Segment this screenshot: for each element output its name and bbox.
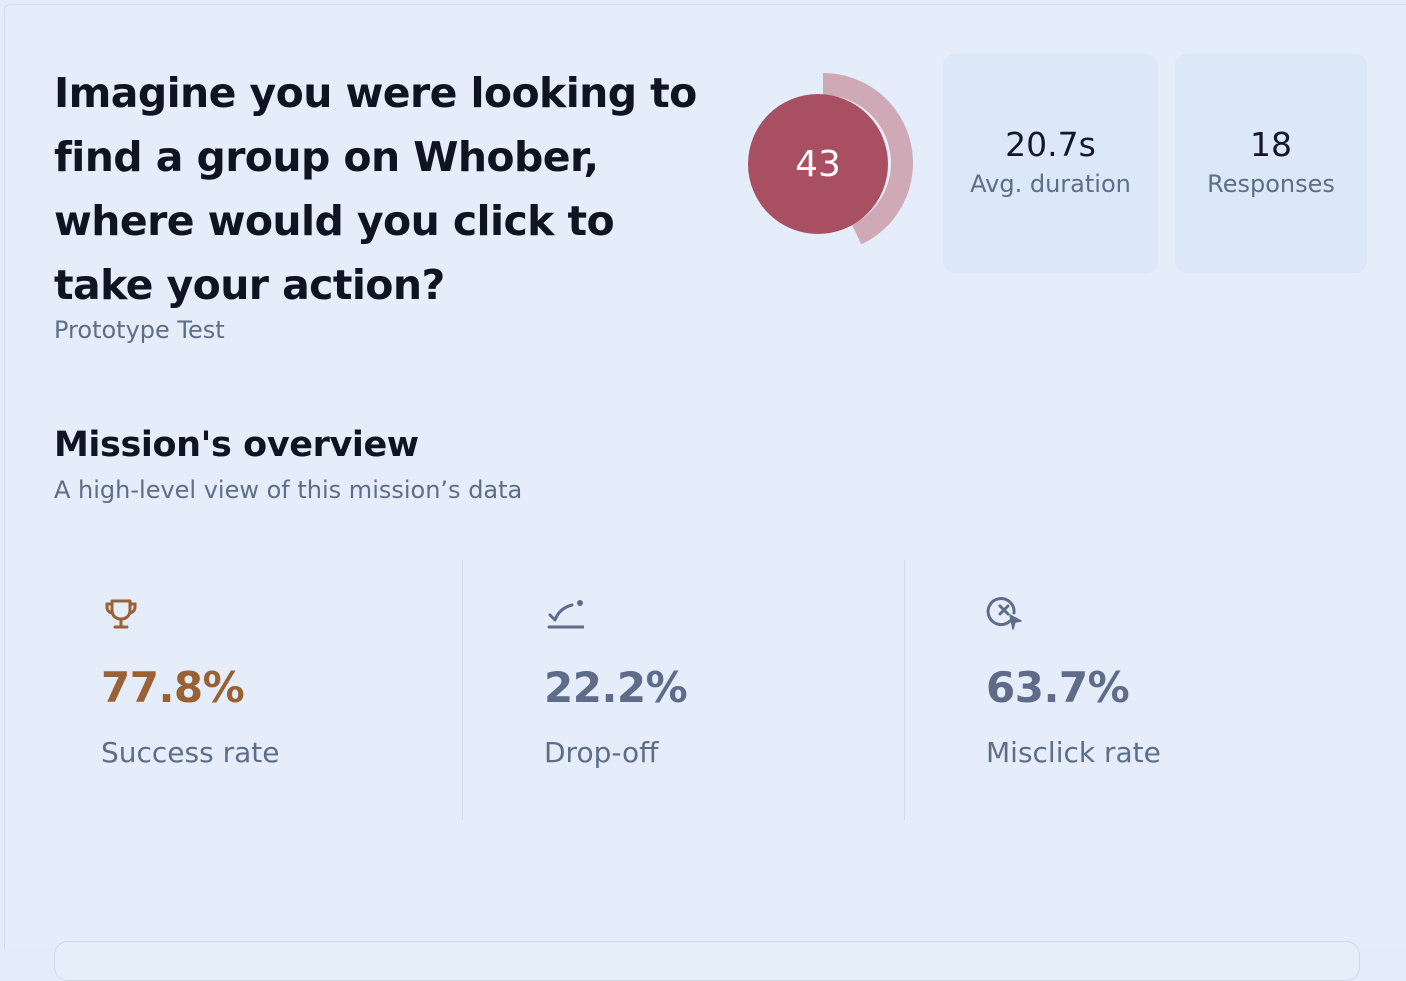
drop-off-label: Drop-off: [544, 736, 659, 769]
drop-off-value: 22.2%: [544, 663, 688, 712]
trophy-icon: [105, 599, 137, 629]
avg-duration-label: Avg. duration: [970, 170, 1131, 198]
metric-divider: [904, 560, 905, 820]
score-value: 43: [795, 143, 841, 185]
misclick-rate-metric: 63.7% Misclick rate: [986, 593, 1346, 769]
responses-value: 18: [1250, 125, 1292, 164]
avg-duration-card: 20.7s Avg. duration: [943, 54, 1158, 273]
overview-subtitle: A high-level view of this mission’s data: [54, 476, 523, 504]
overview-title: Mission's overview: [54, 425, 419, 465]
misclick-rate-value: 63.7%: [986, 663, 1130, 712]
metric-divider: [462, 560, 463, 820]
responses-label: Responses: [1207, 170, 1335, 198]
success-rate-value: 77.8%: [101, 663, 245, 712]
drop-off-metric: 22.2% Drop-off: [544, 593, 904, 769]
mission-question: Imagine you were looking to find a group…: [54, 69, 697, 309]
avg-duration-value: 20.7s: [1005, 125, 1096, 164]
misclick-rate-label: Misclick rate: [986, 736, 1161, 769]
mission-results-panel: Imagine you were looking to find a group…: [4, 4, 1406, 981]
success-rate-label: Success rate: [101, 736, 280, 769]
success-rate-metric: 77.8% Success rate: [101, 593, 461, 769]
mission-score-indicator: 43: [745, 73, 915, 253]
next-section-card: [54, 941, 1360, 981]
drop-off-icon: [547, 600, 584, 629]
responses-card: 18 Responses: [1175, 54, 1367, 273]
test-type-label: Prototype Test: [54, 316, 225, 344]
misclick-icon: [986, 597, 1022, 630]
